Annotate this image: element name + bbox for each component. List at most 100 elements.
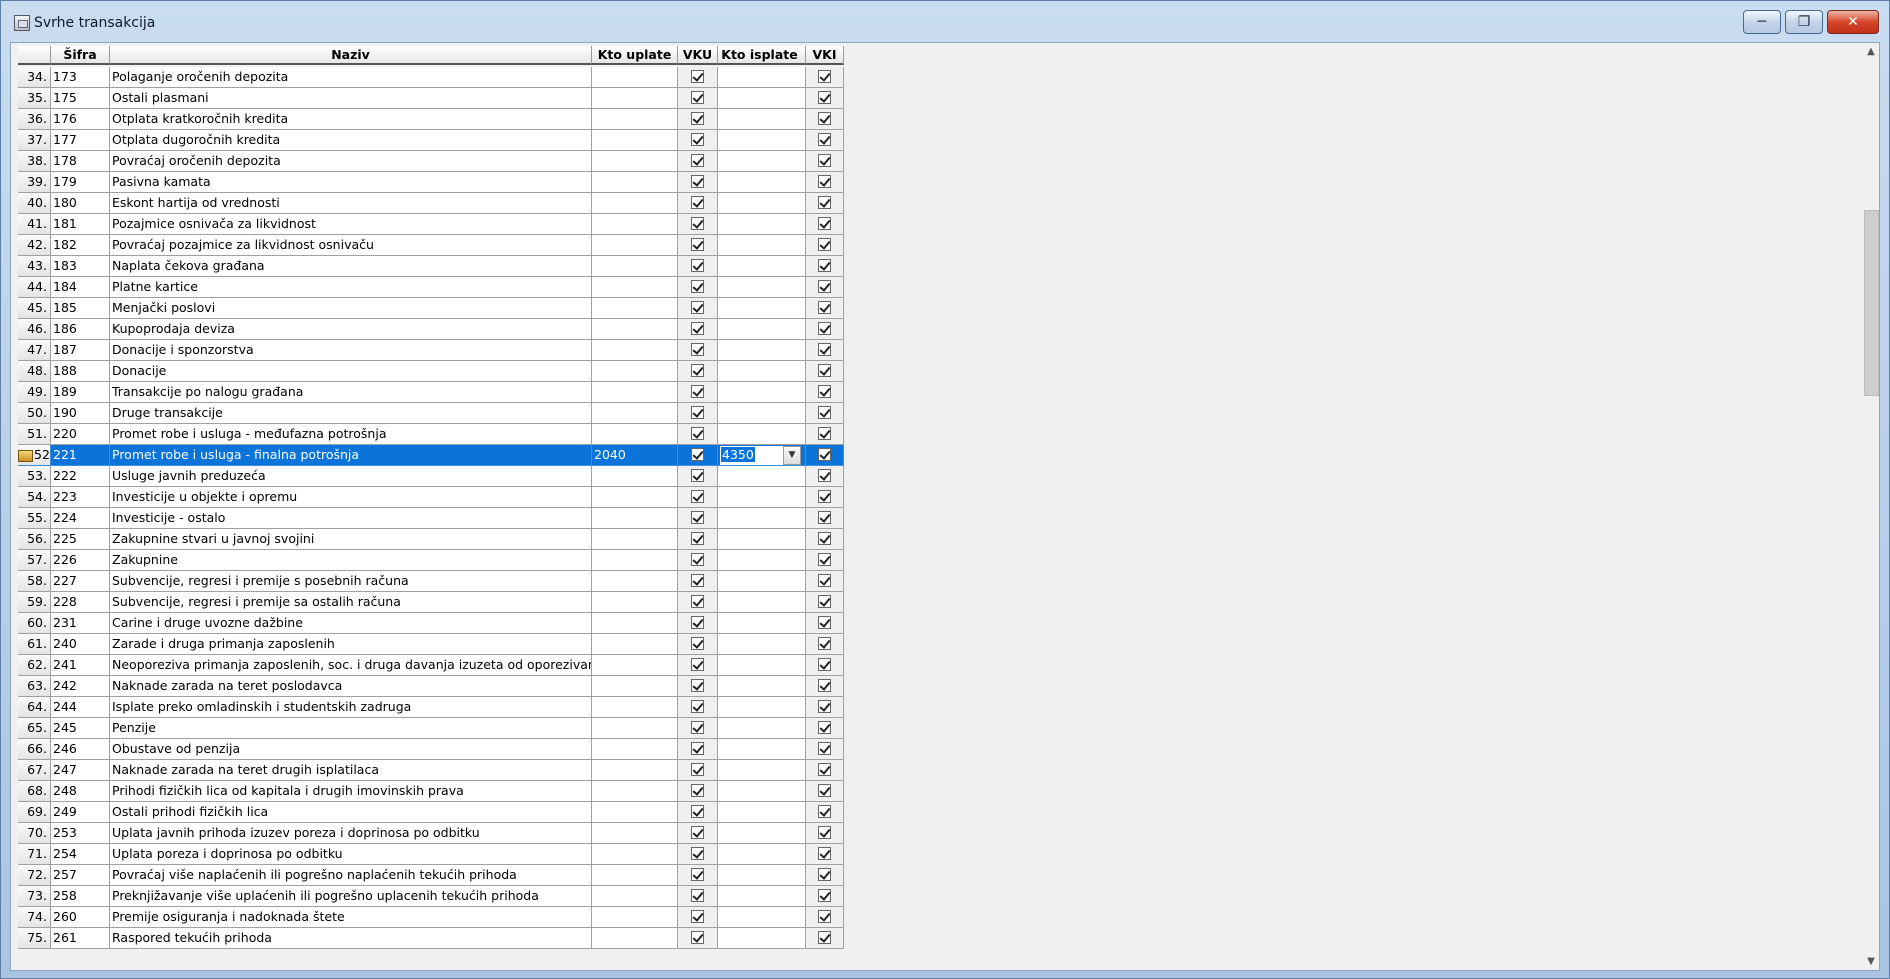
table-row[interactable]: 50. 190 Druge transakcije: [18, 403, 844, 424]
vku-checkbox[interactable]: [691, 700, 704, 713]
table-row[interactable]: 63. 242 Naknade zarada na teret poslodavca: [18, 676, 844, 697]
vku-checkbox[interactable]: [691, 469, 704, 482]
table-row[interactable]: 56. 225 Zakupnine stvari u javnoj svojini: [18, 529, 844, 550]
table-row[interactable]: 53. 222 Usluge javnih preduzeća: [18, 466, 844, 487]
vku-checkbox[interactable]: [691, 175, 704, 188]
cell-kto-isplate[interactable]: [718, 277, 806, 298]
table-row[interactable]: 49. 189 Transakcije po nalogu građana: [18, 382, 844, 403]
cell-sifra[interactable]: 257: [51, 865, 110, 886]
vki-checkbox[interactable]: [818, 91, 831, 104]
cell-kto-uplate[interactable]: [592, 172, 678, 193]
cell-kto-uplate[interactable]: [592, 760, 678, 781]
cell-sifra[interactable]: 222: [51, 466, 110, 487]
row-number[interactable]: 66.: [18, 739, 51, 760]
close-button[interactable]: ✕: [1827, 10, 1879, 34]
vki-checkbox[interactable]: [818, 658, 831, 671]
table-row[interactable]: 64. 244 Isplate preko omladinskih i studen…: [18, 697, 844, 718]
minimize-button[interactable]: ─: [1743, 10, 1781, 34]
cell-sifra[interactable]: 226: [51, 550, 110, 571]
cell-kto-isplate[interactable]: [718, 298, 806, 319]
table-row[interactable]: 60. 231 Carine i druge uvozne dažbine: [18, 613, 844, 634]
cell-sifra[interactable]: 180: [51, 193, 110, 214]
cell-sifra[interactable]: 231: [51, 613, 110, 634]
table-row[interactable]: 38. 178 Povraćaj oročenih depozita: [18, 151, 844, 172]
cell-kto-uplate[interactable]: [592, 109, 678, 130]
vki-checkbox[interactable]: [818, 826, 831, 839]
cell-naziv[interactable]: Eskont hartija od vrednosti: [110, 193, 592, 214]
vku-checkbox[interactable]: [691, 931, 704, 944]
cell-naziv[interactable]: Naknade zarada na teret drugih isplatila…: [110, 760, 592, 781]
vki-checkbox[interactable]: [818, 679, 831, 692]
cell-kto-uplate[interactable]: [592, 466, 678, 487]
cell-sifra[interactable]: 177: [51, 130, 110, 151]
row-number[interactable]: 55.: [18, 508, 51, 529]
cell-kto-uplate[interactable]: [592, 382, 678, 403]
vku-checkbox[interactable]: [691, 238, 704, 251]
cell-kto-uplate[interactable]: [592, 130, 678, 151]
cell-sifra[interactable]: 228: [51, 592, 110, 613]
cell-kto-uplate[interactable]: [592, 907, 678, 928]
vku-checkbox[interactable]: [691, 70, 704, 83]
scroll-thumb[interactable]: [1864, 210, 1879, 396]
vki-checkbox[interactable]: [818, 616, 831, 629]
table-row[interactable]: 35. 175 Ostali plasmani: [18, 88, 844, 109]
cell-kto-isplate[interactable]: [718, 907, 806, 928]
cell-naziv[interactable]: Raspored tekućih prihoda: [110, 928, 592, 949]
cell-kto-isplate[interactable]: [718, 655, 806, 676]
vku-checkbox[interactable]: [691, 364, 704, 377]
cell-kto-isplate[interactable]: [718, 823, 806, 844]
cell-naziv[interactable]: Zarade i druga primanja zaposlenih: [110, 634, 592, 655]
vki-checkbox[interactable]: [818, 301, 831, 314]
vku-checkbox[interactable]: [691, 763, 704, 776]
cell-kto-uplate[interactable]: [592, 613, 678, 634]
row-number[interactable]: 37.: [18, 130, 51, 151]
vki-checkbox[interactable]: [818, 532, 831, 545]
cell-kto-uplate[interactable]: [592, 487, 678, 508]
row-number[interactable]: 36.: [18, 109, 51, 130]
table-row[interactable]: 55. 224 Investicije - ostalo: [18, 508, 844, 529]
cell-sifra[interactable]: 248: [51, 781, 110, 802]
row-number[interactable]: 39.: [18, 172, 51, 193]
vku-checkbox[interactable]: [691, 280, 704, 293]
cell-naziv[interactable]: Otplata kratkoročnih kredita: [110, 109, 592, 130]
cell-kto-uplate[interactable]: [592, 256, 678, 277]
row-number[interactable]: 42.: [18, 235, 51, 256]
vki-checkbox[interactable]: [818, 427, 831, 440]
vki-checkbox[interactable]: [818, 763, 831, 776]
cell-sifra[interactable]: 190: [51, 403, 110, 424]
cell-sifra[interactable]: 240: [51, 634, 110, 655]
row-number[interactable]: 40.: [18, 193, 51, 214]
cell-sifra[interactable]: 246: [51, 739, 110, 760]
vku-checkbox[interactable]: [691, 133, 704, 146]
cell-kto-uplate[interactable]: [592, 655, 678, 676]
cell-sifra[interactable]: 223: [51, 487, 110, 508]
vku-checkbox[interactable]: [691, 784, 704, 797]
row-number[interactable]: 75.: [18, 928, 51, 949]
cell-naziv[interactable]: Promet robe i usluga - finalna potrošnja: [110, 445, 592, 466]
title-bar[interactable]: Svrhe transakcija ─ ❐ ✕: [1, 1, 1889, 41]
cell-kto-isplate[interactable]: [718, 214, 806, 235]
cell-kto-uplate[interactable]: [592, 424, 678, 445]
cell-kto-isplate[interactable]: [718, 382, 806, 403]
cell-kto-uplate[interactable]: 2040: [592, 445, 678, 466]
cell-naziv[interactable]: Povraćaj pozajmice za likvidnost osnivač…: [110, 235, 592, 256]
cell-kto-isplate[interactable]: [718, 739, 806, 760]
cell-sifra[interactable]: 186: [51, 319, 110, 340]
row-number[interactable]: 73.: [18, 886, 51, 907]
cell-kto-uplate[interactable]: [592, 592, 678, 613]
cell-kto-uplate[interactable]: [592, 319, 678, 340]
cell-naziv[interactable]: Prihodi fizičkih lica od kapitala i drug…: [110, 781, 592, 802]
cell-naziv[interactable]: Subvencije, regresi i premije sa ostalih…: [110, 592, 592, 613]
vki-checkbox[interactable]: [818, 196, 831, 209]
cell-sifra[interactable]: 176: [51, 109, 110, 130]
cell-sifra[interactable]: 253: [51, 823, 110, 844]
vku-checkbox[interactable]: [691, 574, 704, 587]
vku-checkbox[interactable]: [691, 721, 704, 734]
vku-checkbox[interactable]: [691, 826, 704, 839]
vku-checkbox[interactable]: [691, 322, 704, 335]
table-row[interactable]: 40. 180 Eskont hartija od vrednosti: [18, 193, 844, 214]
cell-naziv[interactable]: Penzije: [110, 718, 592, 739]
cell-sifra[interactable]: 241: [51, 655, 110, 676]
cell-naziv[interactable]: Promet robe i usluga - međufazna potrošn…: [110, 424, 592, 445]
cell-kto-isplate[interactable]: [718, 361, 806, 382]
